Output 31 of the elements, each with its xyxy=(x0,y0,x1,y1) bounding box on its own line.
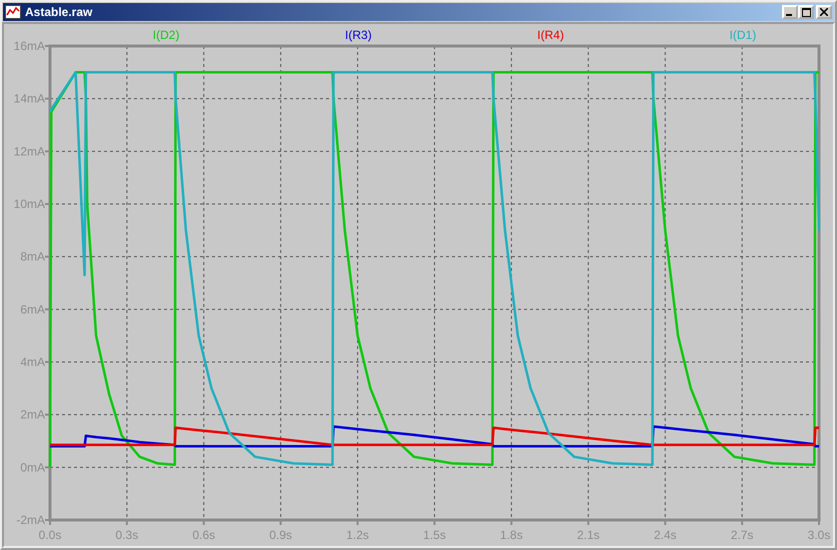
x-tick-label: 2.4s xyxy=(654,528,677,542)
x-tick-label: 1.8s xyxy=(500,528,523,542)
y-tick-label: 2mA xyxy=(20,408,45,422)
x-tick-label: 2.7s xyxy=(730,528,754,542)
window-title: Astable.raw xyxy=(25,5,94,19)
y-tick-label: 12mA xyxy=(14,144,45,158)
x-tick-label: 0.3s xyxy=(116,528,138,542)
legend-label[interactable]: I(R4) xyxy=(537,28,564,42)
x-tick-label: 2.1s xyxy=(576,528,600,542)
y-tick-label: -2mA xyxy=(16,513,45,527)
y-tick-label: 8mA xyxy=(20,250,45,264)
y-tick-label: 6mA xyxy=(20,302,45,316)
x-tick-label: 3.0s xyxy=(808,528,830,542)
y-tick-label: 0mA xyxy=(20,460,45,474)
y-tick-label: 4mA xyxy=(20,355,45,369)
maximize-button[interactable] xyxy=(798,5,814,19)
x-tick-label: 0.9s xyxy=(269,528,292,542)
legend-label[interactable]: I(R3) xyxy=(345,28,372,42)
close-button[interactable] xyxy=(816,5,832,19)
maximize-icon xyxy=(802,8,810,16)
minimize-button[interactable] xyxy=(782,5,798,19)
y-tick-label: 10mA xyxy=(14,197,45,211)
x-tick-label: 1.5s xyxy=(423,528,446,542)
y-tick-label: 14mA xyxy=(14,92,45,106)
x-tick-label: 0.6s xyxy=(192,528,216,542)
y-tick-label: 16mA xyxy=(14,39,45,53)
x-tick-label: 0.0s xyxy=(38,528,62,542)
legend-label[interactable]: I(D1) xyxy=(730,28,756,42)
x-tick-label: 1.2s xyxy=(346,528,369,542)
close-icon xyxy=(820,8,828,16)
waveform-icon xyxy=(5,5,21,19)
